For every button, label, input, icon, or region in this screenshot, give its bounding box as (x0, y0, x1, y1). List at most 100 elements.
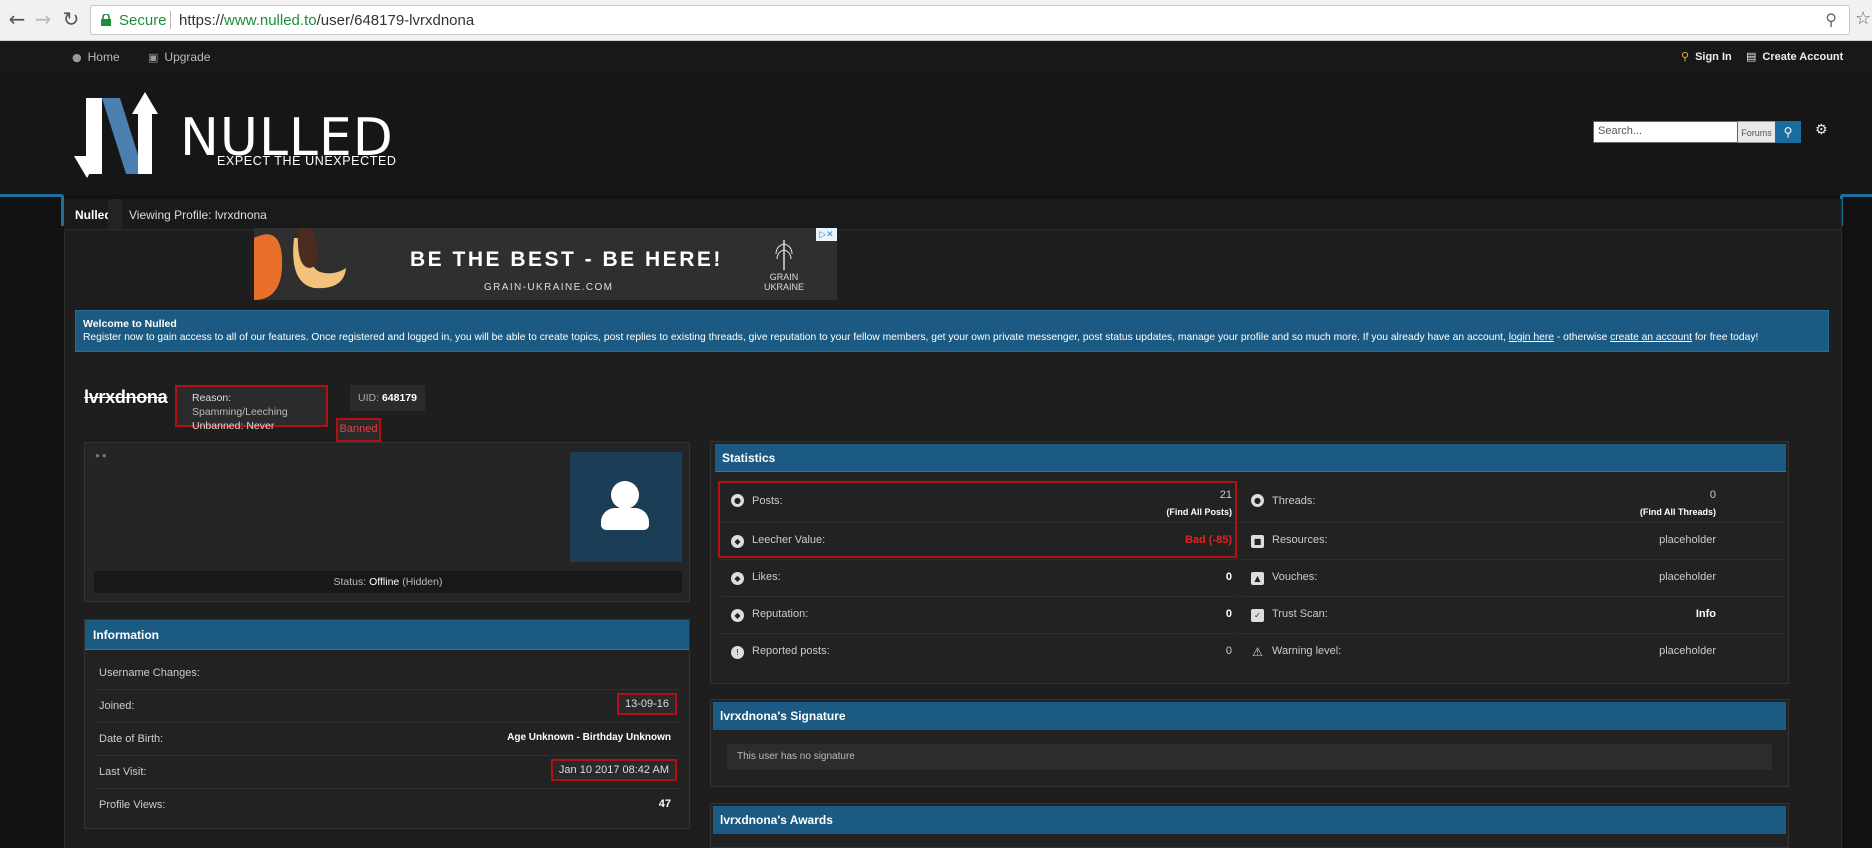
ban-reason: Reason: Spamming/Leeching (192, 391, 311, 419)
likes-value: 0 (1225, 571, 1232, 583)
signature-body: This user has no signature (727, 744, 1772, 770)
welcome-middle-text: - otherwise (1554, 332, 1611, 343)
site-topbar: ● Home ▣ Upgrade ⚲ Sign In ▤ Create Account (0, 41, 1872, 74)
ad-graphic (254, 228, 346, 300)
info-row-last-visit: Last Visit: Jan 10 2017 08:42 AM (93, 756, 681, 789)
gear-icon[interactable]: ⚙ (1815, 122, 1828, 138)
breadcrumb-separator (108, 199, 122, 229)
cart-icon: ▲ (1251, 572, 1264, 585)
welcome-banner: Welcome to Nulled Register now to gain a… (75, 310, 1829, 352)
ad-brand-text: GRAIN UKRAINE (763, 272, 804, 292)
create-account-inline-link[interactable]: create an account (1610, 332, 1692, 343)
search-input[interactable]: Search... (1593, 121, 1738, 143)
nav-upgrade[interactable]: ▣ Upgrade (148, 50, 210, 64)
info-label: Username Changes: (99, 667, 200, 679)
reputation-value: 0 (1225, 608, 1232, 620)
search-button[interactable]: ⚲ (1775, 121, 1801, 143)
profile-avatar-panel: ●● Status: Offline (Hidden) (84, 442, 690, 602)
url-host: www.nulled.to (224, 12, 317, 29)
breadcrumb-home[interactable]: Nulled (75, 208, 112, 222)
unbanned-value: Never (246, 420, 275, 432)
info-row-profile-views: Profile Views: 47 (93, 789, 681, 821)
diamond-icon: ◆ (731, 609, 744, 622)
stat-label: Likes: (752, 571, 781, 583)
browser-toolbar: ← → ↻ Secure https://www.nulled.to/user/… (0, 0, 1872, 41)
back-icon[interactable]: ← (4, 6, 30, 32)
info-value-joined: 13-09-16 (616, 693, 677, 715)
breadcrumb-current: Viewing Profile: lvrxdnona (129, 208, 267, 222)
sign-in-label: Sign In (1695, 51, 1732, 63)
stat-trust-scan: ✓ Trust Scan: Info (1241, 597, 1784, 634)
nav-home[interactable]: ● Home (72, 50, 120, 64)
info-label: Profile Views: (99, 799, 166, 811)
ad-url: GRAIN-UKRAINE.COM (484, 282, 614, 293)
chat-icon: ● (1251, 494, 1264, 507)
info-label: Date of Birth: (99, 733, 164, 745)
ad-headline: BE THE BEST - BE HERE! (410, 248, 723, 271)
reload-icon[interactable]: ↻ (58, 6, 84, 32)
diamond-icon: ◆ (731, 572, 744, 585)
address-bar[interactable]: Secure https://www.nulled.to/user/648179… (90, 5, 1850, 35)
ad-banner[interactable]: BE THE BEST - BE HERE! GRAIN-UKRAINE.COM… (254, 228, 837, 300)
url-scheme: https:// (179, 12, 225, 29)
uid-label: UID: (358, 392, 380, 404)
nav-home-label: Home (87, 50, 120, 64)
vouches-value: placeholder (1659, 571, 1716, 583)
secure-label: Secure (119, 12, 167, 29)
stat-label: Vouches: (1272, 571, 1318, 583)
ad-brand-logo: GRAIN UKRAINE (754, 236, 814, 294)
key-icon: ⚲ (1681, 50, 1690, 63)
create-account-link[interactable]: ▤ Create Account (1746, 50, 1843, 63)
login-link[interactable]: login here (1509, 332, 1554, 343)
zoom-icon[interactable]: ⚲ (1825, 10, 1837, 30)
trust-scan-link[interactable]: Info (1696, 608, 1716, 620)
welcome-body: Register now to gain access to all of ou… (83, 331, 1821, 345)
alert-icon: ! (731, 646, 744, 659)
banned-badge: Banned (336, 418, 381, 442)
lock-icon (101, 14, 111, 26)
create-account-label: Create Account (1762, 51, 1844, 63)
info-row-joined: Joined: 13-09-16 (93, 690, 681, 723)
adchoices-icon[interactable]: ▷✕ (816, 228, 837, 241)
unbanned-label: Unbanned: (192, 420, 244, 432)
find-all-threads-link[interactable]: (Find All Threads) (1640, 507, 1716, 517)
stat-reported-posts: ! Reported posts: 0 (721, 634, 1238, 670)
user-body-icon (601, 508, 649, 530)
stat-threads: ● Threads: 0 (Find All Threads) (1241, 482, 1784, 523)
info-label: Joined: (99, 700, 135, 712)
bookmark-star-icon[interactable]: ☆ (1855, 8, 1871, 29)
stat-warning-level: ⚠ Warning level: placeholder (1241, 634, 1784, 670)
stat-label: Threads: (1272, 495, 1316, 507)
information-panel: Information Username Changes: Joined: 13… (84, 619, 690, 829)
nulled-logo-mark[interactable] (72, 92, 164, 178)
avatar[interactable] (570, 452, 682, 562)
profile-username: lvrxdnona (84, 387, 168, 407)
header-accent-right (1840, 194, 1872, 226)
statistics-title: Statistics (715, 444, 1786, 472)
ellipsis-icon: ●● (95, 451, 109, 460)
stat-label: Trust Scan: (1272, 608, 1328, 620)
sign-in-link[interactable]: ⚲ Sign In (1681, 50, 1732, 63)
ban-reason-label: Reason: (192, 392, 232, 404)
forward-icon[interactable]: → (30, 6, 56, 32)
stat-label: Warning level: (1272, 645, 1342, 657)
url-text[interactable]: https://www.nulled.to/user/648179-lvrxdn… (179, 12, 474, 29)
statistics-panel: Statistics ● Posts: 21 (Find All Posts) … (710, 441, 1789, 684)
signature-title: lvrxdnona's Signature (713, 702, 1786, 730)
info-row-username-changes: Username Changes: (93, 657, 681, 690)
breadcrumb: Nulled Viewing Profile: lvrxdnona (64, 199, 1840, 230)
uid-badge: UID: 648179 (350, 385, 425, 411)
folder-icon: ■ (1251, 535, 1264, 548)
stat-reputation: ◆ Reputation: 0 (721, 597, 1238, 634)
stat-likes: ◆ Likes: 0 (721, 560, 1238, 597)
search-scope-select[interactable]: Forums (1738, 121, 1775, 143)
signature-panel: lvrxdnona's Signature This user has no s… (710, 699, 1789, 787)
info-value-dob: Age Unknown - Birthday Unknown (507, 732, 671, 743)
header-accent-left (0, 194, 64, 226)
info-row-dob: Date of Birth: Age Unknown - Birthday Un… (93, 723, 681, 756)
welcome-title: Welcome to Nulled (83, 318, 177, 330)
stat-label: Resources: (1272, 534, 1328, 546)
welcome-tail-text: for free today! (1691, 332, 1759, 343)
status-extra: (Hidden) (402, 576, 443, 588)
reported-value: 0 (1225, 645, 1232, 657)
